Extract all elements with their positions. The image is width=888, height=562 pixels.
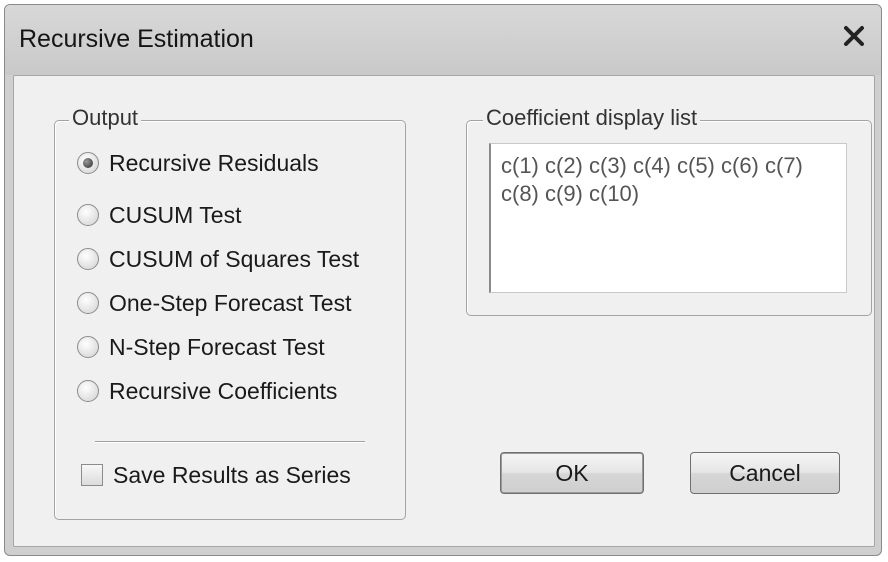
radio-button-selected[interactable] (77, 152, 99, 174)
coefficient-group-legend: Coefficient display list (483, 105, 701, 131)
radio-button[interactable] (77, 336, 99, 358)
radio-recursive-coefficients[interactable]: Recursive Coefficients (77, 373, 337, 409)
radio-recursive-residuals[interactable]: Recursive Residuals (77, 145, 319, 181)
radio-button[interactable] (77, 248, 99, 270)
coefficient-display-group: Coefficient display list c(1) c(2) c(3) … (466, 105, 872, 316)
radio-one-step-forecast-test[interactable]: One-Step Forecast Test (77, 285, 351, 321)
dialog-body: Output Recursive Residuals CUSUM Test CU… (13, 75, 875, 547)
coefficient-list-input[interactable]: c(1) c(2) c(3) c(4) c(5) c(6) c(7) c(8) … (489, 143, 847, 293)
save-results-checkbox[interactable] (81, 464, 103, 486)
radio-button[interactable] (77, 204, 99, 226)
radio-cusum-test[interactable]: CUSUM Test (77, 197, 242, 233)
recursive-estimation-dialog: Recursive Estimation Output Recursive Re… (4, 4, 882, 556)
ok-button[interactable]: OK (500, 452, 644, 494)
save-results-label: Save Results as Series (113, 461, 351, 488)
radio-n-step-forecast-test[interactable]: N-Step Forecast Test (77, 329, 325, 365)
radio-label: N-Step Forecast Test (109, 333, 325, 360)
close-icon (844, 26, 864, 46)
separator-line (95, 441, 365, 443)
radio-label: CUSUM of Squares Test (109, 245, 360, 272)
radio-label: One-Step Forecast Test (109, 289, 352, 316)
output-group-legend: Output (69, 105, 142, 131)
radio-button[interactable] (77, 380, 99, 402)
cancel-button[interactable]: Cancel (690, 452, 840, 494)
radio-cusum-of-squares-test[interactable]: CUSUM of Squares Test (77, 241, 359, 277)
output-group: Output Recursive Residuals CUSUM Test CU… (54, 105, 406, 520)
dialog-title: Recursive Estimation (19, 25, 254, 53)
close-button[interactable] (835, 17, 873, 55)
title-bar[interactable]: Recursive Estimation (5, 5, 881, 75)
radio-button[interactable] (77, 292, 99, 314)
radio-label: CUSUM Test (109, 201, 242, 228)
radio-label: Recursive Residuals (109, 149, 319, 176)
radio-label: Recursive Coefficients (109, 377, 338, 404)
save-results-checkbox-row[interactable]: Save Results as Series (81, 457, 351, 493)
